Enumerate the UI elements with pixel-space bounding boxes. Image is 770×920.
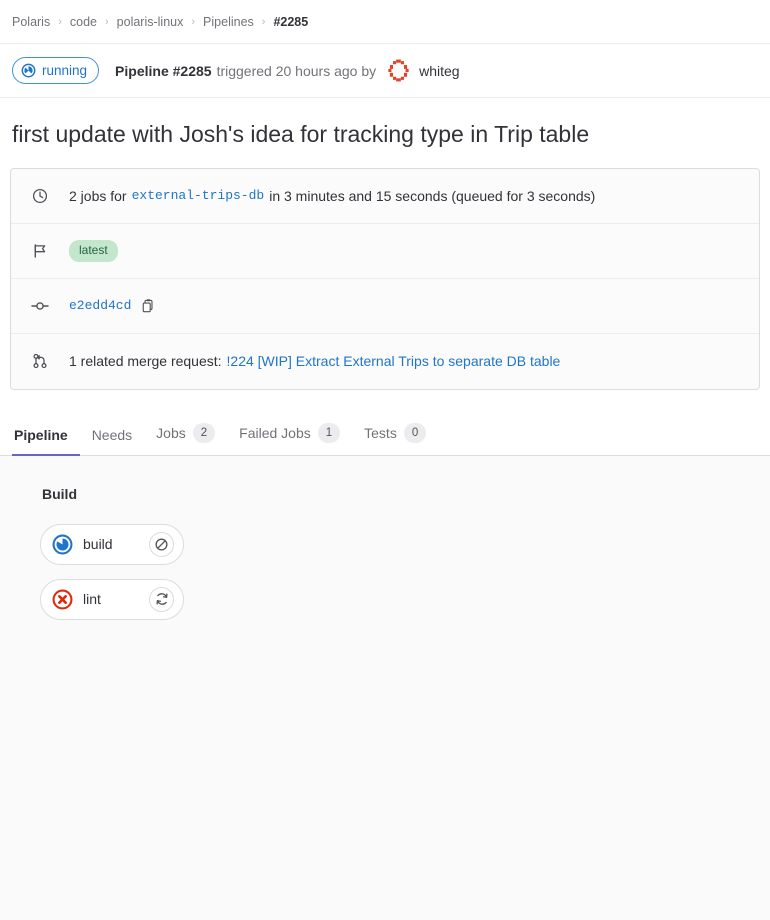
branch-link[interactable]: external-trips-db [132,188,265,203]
breadcrumb-separator-icon: › [261,15,266,28]
commit-row: e2edd4cd [11,279,759,334]
breadcrumb-separator-icon: › [105,15,109,28]
cancel-icon[interactable] [149,531,174,557]
pipeline-status-header: running Pipeline #2285 triggered 20 hour… [0,44,770,98]
tab-failed-jobs-count: 1 [317,422,341,443]
retry-icon[interactable] [149,586,174,612]
copy-clipboard-icon[interactable] [139,297,157,315]
tab-pipeline-label: Pipeline [14,426,68,443]
commit-icon [29,298,51,314]
tab-pipeline[interactable]: Pipeline [12,427,80,456]
status-failed-icon [51,588,73,610]
stage-column-build: Build build lint [0,486,770,634]
pipeline-info-card: 2 jobs for external-trips-db in 3 minute… [10,167,760,390]
tab-needs-label: Needs [91,426,133,443]
tab-jobs[interactable]: Jobs 2 [144,422,227,456]
stage-title: Build [42,485,77,502]
pipeline-triggered-text: triggered 20 hours ago by [216,62,377,79]
breadcrumb-item-subgroup[interactable]: code [70,15,97,29]
status-badge[interactable]: running [12,57,100,84]
tab-jobs-label: Jobs [156,424,186,441]
breadcrumb-item-pipelines[interactable]: Pipelines [203,15,254,29]
pipeline-trigger-info: Pipeline #2285 triggered 20 hours ago by [115,58,460,83]
breadcrumb-separator-icon: › [58,15,62,28]
breadcrumb-item-group[interactable]: Polaris [12,15,50,29]
breadcrumb-item-project[interactable]: polaris-linux [117,15,184,29]
job-name-label: lint [83,591,101,608]
pipeline-number-label: Pipeline #2285 [115,62,212,79]
identicon-avatar[interactable] [386,58,412,83]
tab-tests-count: 0 [403,422,427,443]
jobs-count-text: 2 jobs for [69,187,127,204]
status-badge-label: running [42,62,88,78]
commit-sha-link[interactable]: e2edd4cd [69,298,131,313]
merge-request-row: 1 related merge request: !224 [WIP] Extr… [11,334,759,389]
tag-row: latest [11,224,759,279]
page-title: first update with Josh's idea for tracki… [12,121,590,147]
pipeline-author-username[interactable]: whiteg [419,63,459,79]
status-running-icon [21,63,36,78]
flag-icon [29,243,51,259]
pipeline-graph: Build build lint [0,455,770,920]
breadcrumb-separator-icon: › [191,15,196,28]
status-badge-latest: latest [69,240,118,262]
pipeline-duration-text: in 3 minutes and 15 seconds (queued for … [269,187,596,204]
tab-needs[interactable]: Needs [80,427,144,456]
job-item-build[interactable]: build [40,523,184,565]
pipeline-tabs: Pipeline Needs Jobs 2 Failed Jobs 1 Test… [0,416,770,456]
tab-tests-label: Tests [364,424,397,441]
merge-request-prefix: 1 related merge request: [69,353,222,370]
merge-request-icon [29,353,51,369]
merge-request-link[interactable]: !224 [WIP] Extract External Trips to sep… [227,353,561,369]
tab-failed-jobs-label: Failed Jobs [239,424,311,441]
tab-failed-jobs[interactable]: Failed Jobs 1 [227,422,352,456]
status-running-icon [51,533,73,555]
job-item-lint[interactable]: lint [40,578,184,620]
breadcrumb-item-current: #2285 [273,14,309,29]
clock-icon [29,188,51,204]
pipeline-page: Polaris › code › polaris-linux › Pipelin… [0,0,770,920]
breadcrumb: Polaris › code › polaris-linux › Pipelin… [0,0,770,44]
tab-jobs-count: 2 [192,422,216,443]
tab-tests[interactable]: Tests 0 [352,422,438,456]
jobs-summary-row: 2 jobs for external-trips-db in 3 minute… [11,169,759,224]
job-name-label: build [83,536,113,553]
